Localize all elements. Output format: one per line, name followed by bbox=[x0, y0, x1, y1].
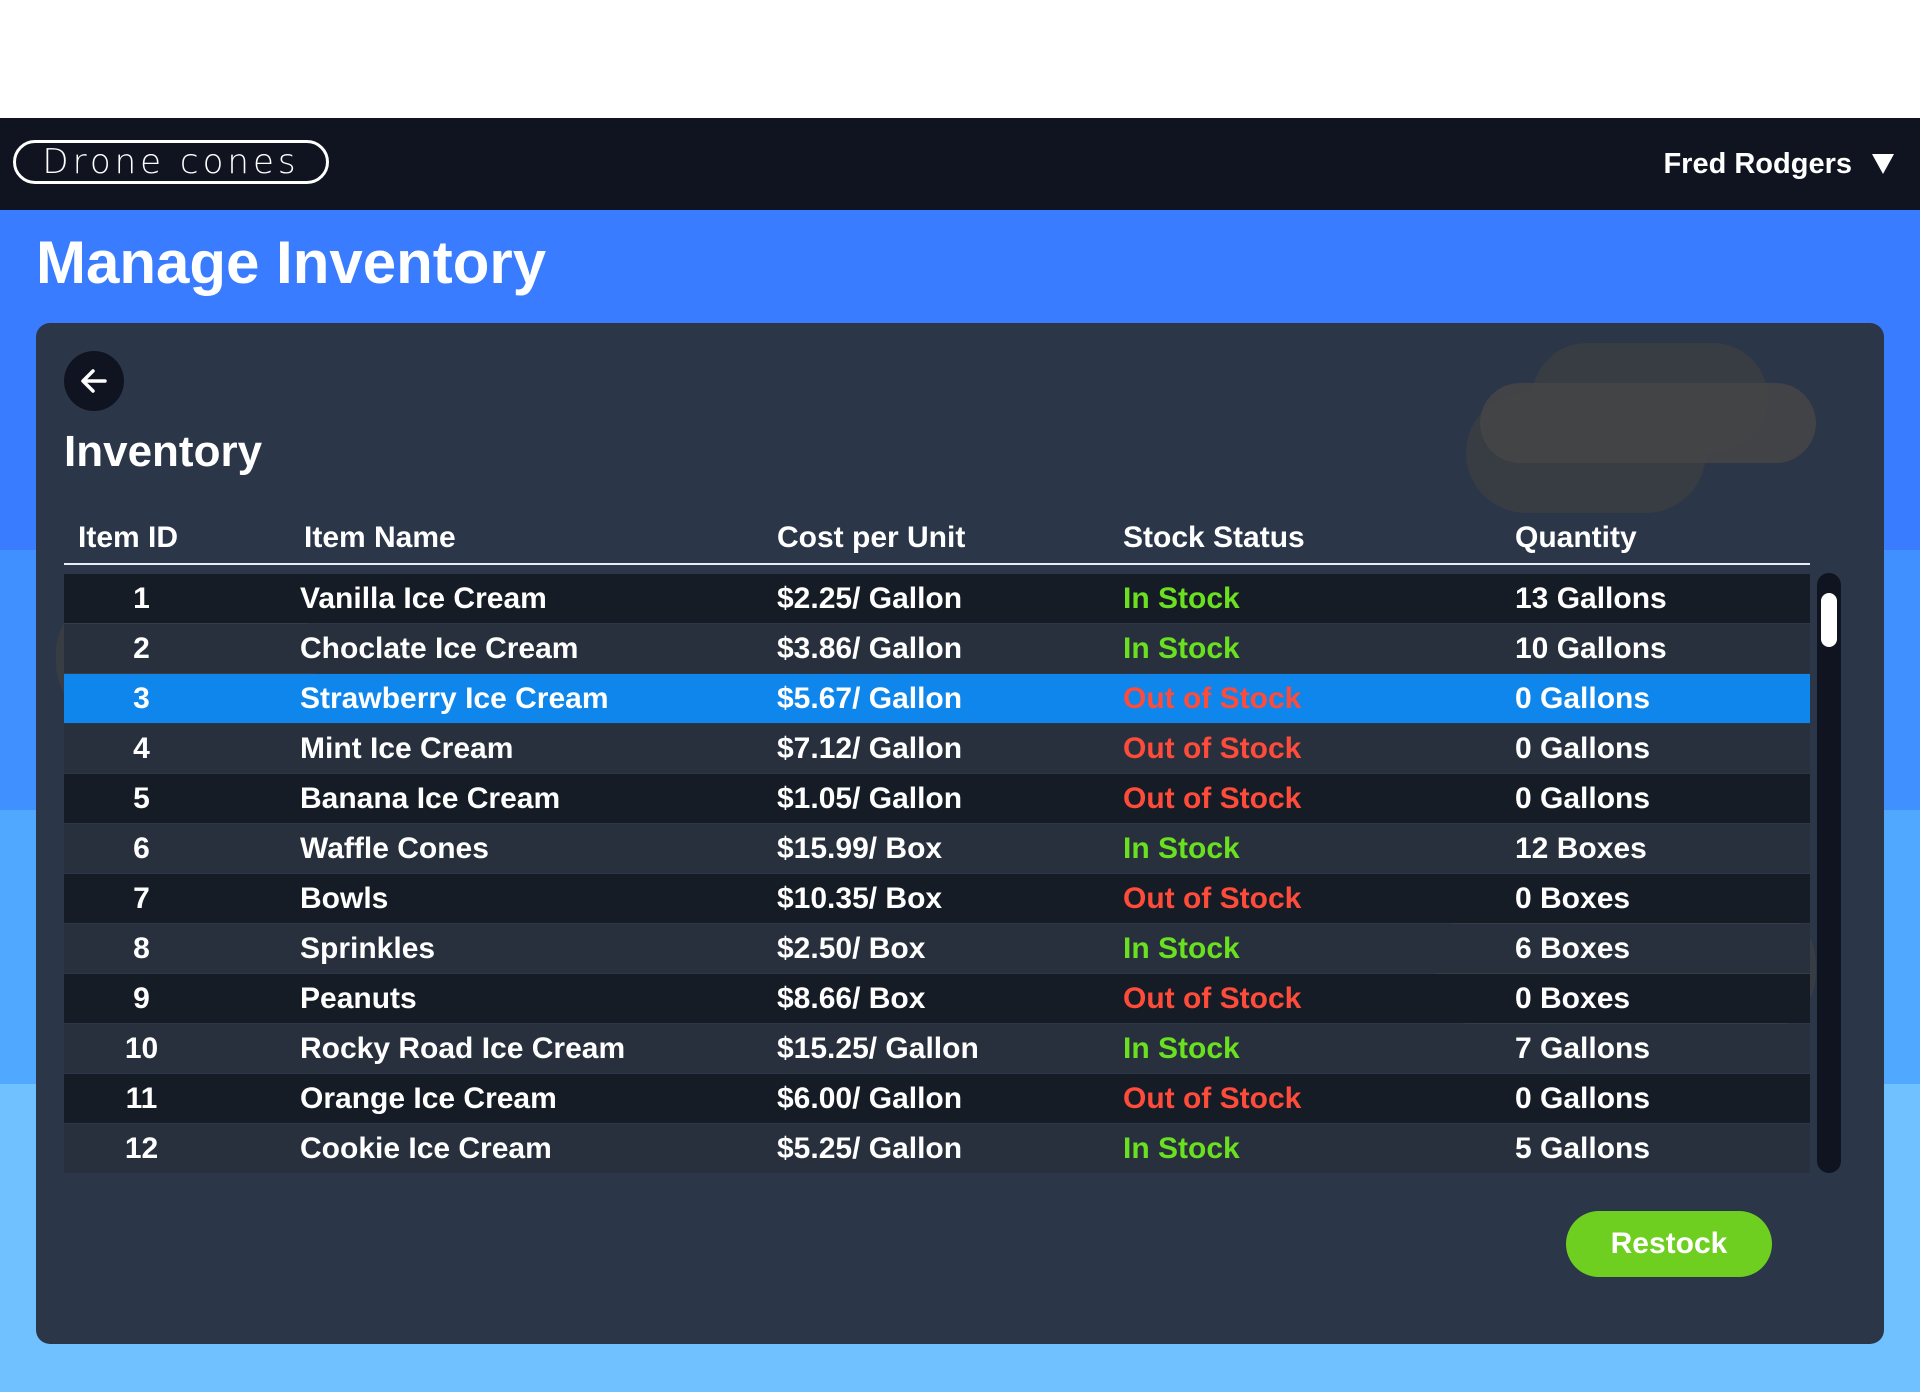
caret-down-icon[interactable] bbox=[1872, 154, 1894, 174]
cell-stock-status: In Stock bbox=[1123, 632, 1240, 665]
cell-quantity: 0 Gallons bbox=[1515, 782, 1651, 815]
cell-stock-status: Out of Stock bbox=[1123, 982, 1302, 1015]
cell-quantity: 0 Gallons bbox=[1515, 732, 1651, 765]
cell-item-name: Peanuts bbox=[300, 982, 417, 1015]
cell-stock-status: In Stock bbox=[1123, 1032, 1240, 1065]
table-header: Item ID Item Name Cost per Unit Stock St… bbox=[64, 513, 1810, 565]
cell-item-id: 7 bbox=[133, 882, 150, 915]
cell-item-name: Strawberry Ice Cream bbox=[300, 682, 609, 715]
cell-item-id: 11 bbox=[125, 1082, 158, 1115]
cell-cost: $2.50/ Box bbox=[777, 932, 926, 965]
table-row[interactable]: 6 Waffle Cones $15.99/ Box In Stock 12 B… bbox=[64, 824, 1810, 873]
drone-cones-logo[interactable]: Drone cones bbox=[13, 140, 329, 184]
cell-item-id: 1 bbox=[133, 582, 150, 615]
cell-item-name: Mint Ice Cream bbox=[300, 732, 514, 765]
cell-item-id: 4 bbox=[133, 732, 150, 765]
cell-quantity: 0 Gallons bbox=[1515, 1082, 1651, 1115]
scrollbar-thumb[interactable] bbox=[1821, 593, 1837, 647]
cell-quantity: 5 Gallons bbox=[1515, 1132, 1651, 1165]
cell-quantity: 12 Boxes bbox=[1515, 832, 1647, 865]
cell-cost: $2.25/ Gallon bbox=[777, 582, 963, 615]
inventory-table-body: 1 Vanilla Ice Cream $2.25/ Gallon In Sto… bbox=[64, 573, 1810, 1173]
cell-stock-status: Out of Stock bbox=[1123, 732, 1302, 765]
page-title: Manage Inventory bbox=[36, 229, 547, 296]
top-navbar: Drone cones Fred Rodgers bbox=[0, 118, 1920, 210]
cell-item-name: Orange Ice Cream bbox=[300, 1082, 557, 1115]
cell-item-id: 5 bbox=[133, 782, 150, 815]
cell-item-id: 10 bbox=[124, 1032, 159, 1065]
cloud-decoration bbox=[1480, 383, 1816, 463]
cell-item-id: 3 bbox=[133, 682, 150, 715]
cell-quantity: 7 Gallons bbox=[1515, 1032, 1651, 1065]
cell-stock-status: In Stock bbox=[1123, 932, 1240, 965]
cell-stock-status: In Stock bbox=[1123, 582, 1240, 615]
cell-cost: $1.05/ Gallon bbox=[777, 782, 963, 815]
restock-button[interactable]: Restock bbox=[1566, 1211, 1772, 1277]
cell-quantity: 0 Boxes bbox=[1515, 982, 1631, 1015]
table-row[interactable]: 2 Choclate Ice Cream $3.86/ Gallon In St… bbox=[64, 624, 1810, 673]
column-header-item-id[interactable]: Item ID bbox=[78, 513, 178, 563]
table-row[interactable]: 1 Vanilla Ice Cream $2.25/ Gallon In Sto… bbox=[64, 574, 1810, 623]
cell-item-id: 6 bbox=[133, 832, 150, 865]
cell-stock-status: Out of Stock bbox=[1123, 782, 1302, 815]
cell-item-name: Waffle Cones bbox=[300, 832, 489, 865]
cell-item-name: Sprinkles bbox=[300, 932, 436, 965]
cell-item-id: 8 bbox=[133, 932, 150, 965]
cell-cost: $15.25/ Gallon bbox=[777, 1032, 979, 1065]
cell-cost: $5.67/ Gallon bbox=[777, 682, 963, 715]
cell-stock-status: In Stock bbox=[1123, 1132, 1240, 1165]
cell-item-name: Bowls bbox=[300, 882, 389, 915]
cell-stock-status: Out of Stock bbox=[1123, 682, 1302, 715]
table-row[interactable]: 3 Strawberry Ice Cream $5.67/ Gallon Out… bbox=[64, 674, 1810, 723]
section-title: Inventory bbox=[64, 427, 263, 476]
cell-cost: $15.99/ Box bbox=[777, 832, 943, 865]
cell-stock-status: In Stock bbox=[1123, 832, 1240, 865]
cell-stock-status: Out of Stock bbox=[1123, 1082, 1302, 1115]
cell-cost: $3.86/ Gallon bbox=[777, 632, 963, 665]
cell-item-id: 2 bbox=[133, 632, 150, 665]
cell-item-name: Cookie Ice Cream bbox=[300, 1132, 552, 1165]
column-header-stock-status[interactable]: Stock Status bbox=[1123, 513, 1305, 563]
back-button[interactable] bbox=[64, 351, 124, 411]
cell-item-name: Choclate Ice Cream bbox=[300, 632, 579, 665]
table-row[interactable]: 5 Banana Ice Cream $1.05/ Gallon Out of … bbox=[64, 774, 1810, 823]
table-row[interactable]: 8 Sprinkles $2.50/ Box In Stock 6 Boxes bbox=[64, 924, 1810, 973]
cell-item-name: Rocky Road Ice Cream bbox=[300, 1032, 626, 1065]
user-menu[interactable]: Fred Rodgers bbox=[1663, 144, 1894, 184]
table-row[interactable]: 7 Bowls $10.35/ Box Out of Stock 0 Boxes bbox=[64, 874, 1810, 923]
cell-cost: $8.66/ Box bbox=[777, 982, 926, 1015]
inventory-panel: Inventory Item ID Item Name Cost per Uni… bbox=[36, 323, 1884, 1344]
cell-cost: $6.00/ Gallon bbox=[777, 1082, 963, 1115]
cell-cost: $7.12/ Gallon bbox=[777, 732, 963, 765]
table-row[interactable]: 10 Rocky Road Ice Cream $15.25/ Gallon I… bbox=[64, 1024, 1810, 1073]
table-row[interactable]: 12 Cookie Ice Cream $5.25/ Gallon In Sto… bbox=[64, 1124, 1810, 1173]
table-row[interactable]: 4 Mint Ice Cream $7.12/ Gallon Out of St… bbox=[64, 724, 1810, 773]
cell-cost: $5.25/ Gallon bbox=[777, 1132, 963, 1165]
cell-quantity: 10 Gallons bbox=[1515, 632, 1667, 665]
table-row[interactable]: 11 Orange Ice Cream $6.00/ Gallon Out of… bbox=[64, 1074, 1810, 1123]
table-scrollbar[interactable] bbox=[1817, 573, 1841, 1173]
cell-item-name: Banana Ice Cream bbox=[300, 782, 561, 815]
cell-quantity: 0 Gallons bbox=[1515, 682, 1651, 715]
cell-item-id: 9 bbox=[133, 982, 150, 1015]
arrow-left-icon bbox=[81, 369, 107, 393]
table-row[interactable]: 9 Peanuts $8.66/ Box Out of Stock 0 Boxe… bbox=[64, 974, 1810, 1023]
cell-quantity: 6 Boxes bbox=[1515, 932, 1631, 965]
column-header-quantity[interactable]: Quantity bbox=[1515, 513, 1637, 563]
column-header-item-name[interactable]: Item Name bbox=[304, 513, 456, 563]
cell-cost: $10.35/ Box bbox=[777, 882, 943, 915]
column-header-cost[interactable]: Cost per Unit bbox=[777, 513, 965, 563]
cell-quantity: 0 Boxes bbox=[1515, 882, 1631, 915]
cell-item-id: 12 bbox=[124, 1132, 159, 1165]
cell-quantity: 13 Gallons bbox=[1515, 582, 1667, 615]
cell-item-name: Vanilla Ice Cream bbox=[300, 582, 547, 615]
user-name[interactable]: Fred Rodgers bbox=[1663, 148, 1852, 181]
cell-stock-status: Out of Stock bbox=[1123, 882, 1302, 915]
